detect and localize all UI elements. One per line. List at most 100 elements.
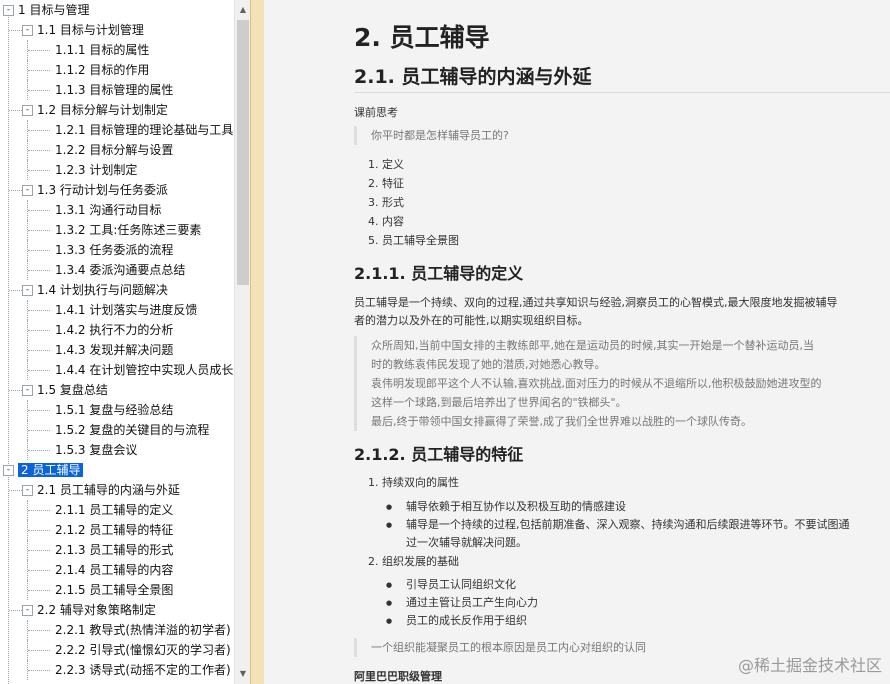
tree-item-label: 1.4.4 在计划管控中实现人员成长	[55, 363, 234, 377]
tree-item-label: 1.2.2 目标分解与设置	[55, 143, 174, 157]
tree-branch-line	[28, 310, 50, 311]
tree-item-label: 1.1.2 目标的作用	[55, 63, 150, 77]
tree-item-label: 1.4.2 执行不力的分析	[55, 323, 174, 337]
tree-item[interactable]: 2.1.4 员工辅导的内容	[55, 560, 173, 580]
tree-item[interactable]: 1.3.2 工具:任务陈述三要素	[55, 220, 201, 240]
tree-item[interactable]: 1.1 目标与计划管理	[37, 20, 144, 40]
pane-splitter[interactable]	[250, 0, 265, 684]
tree-branch-line	[28, 410, 50, 411]
tree-branch-line	[28, 230, 50, 231]
tree-item-label: 1.3.3 任务委派的流程	[55, 243, 174, 257]
tree-branch-line	[28, 550, 50, 551]
tree-branch-line	[28, 150, 50, 151]
tree-branch-line	[28, 670, 50, 671]
tree-branch-line	[28, 430, 50, 431]
bullet-item-continued: 过一次辅导就解决问题。	[406, 536, 527, 549]
tree-item[interactable]: 1.2.1 目标管理的理论基础与工具	[55, 120, 233, 140]
tree-item[interactable]: 1.4.4 在计划管控中实现人员成长	[55, 360, 233, 380]
scroll-down-arrow-icon[interactable]: ▼	[235, 666, 250, 682]
tree-item[interactable]: 1.3 行动计划与任务委派	[37, 180, 168, 200]
tree-item[interactable]: 2.2 辅导对象策略制定	[37, 600, 156, 620]
tree-branch-line	[9, 390, 22, 391]
tree-branch-line	[28, 270, 50, 271]
tree-item-label: 1.2.1 目标管理的理论基础与工具	[55, 123, 234, 137]
collapse-toggle-icon[interactable]: -	[22, 385, 33, 396]
collapse-toggle-icon[interactable]: -	[22, 605, 33, 616]
tree-item[interactable]: 1 目标与管理	[18, 0, 89, 20]
tree-item[interactable]: 1.1.3 目标管理的属性	[55, 80, 173, 100]
scrollbar-thumb[interactable]	[237, 20, 249, 285]
tree-item[interactable]: 1.5 复盘总结	[37, 380, 108, 400]
tree-item[interactable]: 1.4.2 执行不力的分析	[55, 320, 173, 340]
tree-branch-line	[28, 170, 50, 171]
outline-list: 1. 定义 2. 特征 3. 形式 4. 内容 5. 员工辅导全景图	[368, 155, 459, 250]
tree-item[interactable]: 1.3.1 沟通行动目标	[55, 200, 161, 220]
tree-item[interactable]: 2.2.2 引导式(憧憬幻灭的学习者)	[55, 640, 231, 660]
tree-item[interactable]: 1.3.4 委派沟通要点总结	[55, 260, 185, 280]
tree-branch-line	[28, 590, 50, 591]
tree-branch-line	[28, 210, 50, 211]
list-item: 1. 定义	[368, 158, 404, 171]
tree-item-label: 2.1.4 员工辅导的内容	[55, 563, 174, 577]
watermark: @稀土掘金技术社区	[737, 656, 882, 675]
tree-item[interactable]: 2 员工辅导	[18, 460, 84, 480]
tree-item[interactable]: 2.2.3 诱导式(动摇不定的工作者)	[55, 660, 231, 680]
tree-branch-line	[28, 350, 50, 351]
tree-item[interactable]: 2.2.1 教导式(热情洋溢的初学者)	[55, 620, 231, 640]
collapse-toggle-icon[interactable]: -	[3, 5, 14, 16]
tree-item[interactable]: 1.5.3 复盘会议	[55, 440, 137, 460]
tree-item-label: 2.2 辅导对象策略制定	[37, 603, 156, 617]
tree-guide-line	[8, 474, 9, 684]
doc-heading-3-features: 2.1.2. 员工辅导的特征	[354, 445, 524, 464]
tree-item[interactable]: 1.4.3 发现并解决问题	[55, 340, 173, 360]
tree-item-label: 2.2.2 引导式(憧憬幻灭的学习者)	[55, 643, 231, 657]
tree-item[interactable]: 2.1.3 员工辅导的形式	[55, 540, 173, 560]
tree-branch-line	[28, 510, 50, 511]
doc-heading-3-definition: 2.1.1. 员工辅导的定义	[354, 264, 524, 283]
tree-item[interactable]: 1.2 目标分解与计划制定	[37, 100, 168, 120]
tree-item[interactable]: 2.1.1 员工辅导的定义	[55, 500, 173, 520]
bullet-item: 辅导依赖于相互协作以及积极互助的情感建设	[386, 498, 850, 516]
tree-item[interactable]: 1.3.3 任务委派的流程	[55, 240, 173, 260]
list-item: 2. 特征	[368, 177, 404, 190]
tree-branch-line	[9, 190, 22, 191]
tree-item[interactable]: 1.2.2 目标分解与设置	[55, 140, 173, 160]
tree-item-label: 2.2.1 教导式(热情洋溢的初学者)	[55, 623, 231, 637]
tree-branch-line	[9, 290, 22, 291]
collapse-toggle-icon[interactable]: -	[22, 105, 33, 116]
tree-branch-line	[28, 370, 50, 371]
collapse-toggle-icon[interactable]: -	[22, 25, 33, 36]
collapse-toggle-icon[interactable]: -	[22, 285, 33, 296]
sidebar: -1 目标与管理 -1.1 目标与计划管理 1.1.1 目标的属性 1.1.2 目标的…	[0, 0, 250, 684]
collapse-toggle-icon[interactable]: -	[22, 185, 33, 196]
tree-branch-line	[9, 30, 22, 31]
tree-item[interactable]: 2.1.2 员工辅导的特征	[55, 520, 173, 540]
feature-bullets-2: 引导员工认同组织文化 通过主管让员工产生向心力 员工的成长反作用于组织	[386, 576, 538, 630]
tree-branch-line	[9, 610, 22, 611]
list-item: 2. 组织发展的基础	[368, 555, 459, 568]
tree-item-label: 2.1.2 员工辅导的特征	[55, 523, 174, 537]
tree-item[interactable]: 1.5.1 复盘与经验总结	[55, 400, 173, 420]
tree-item[interactable]: 1.1.2 目标的作用	[55, 60, 149, 80]
tree-item[interactable]: 2.1.5 员工辅导全景图	[55, 580, 173, 600]
bullet-item: 员工的成长反作用于组织	[386, 612, 538, 630]
sidebar-scrollbar[interactable]: ▲ ▼	[234, 0, 250, 684]
tree-item[interactable]: 1.2.3 计划制定	[55, 160, 137, 180]
summary-quote: 一个组织能凝聚员工的根本原因是员工内心对组织的认同	[354, 638, 646, 657]
collapse-toggle-icon[interactable]: -	[22, 485, 33, 496]
collapse-toggle-icon[interactable]: -	[3, 465, 14, 476]
tree-item-label: 1.2 目标分解与计划制定	[37, 103, 168, 117]
feature-list-1: 1. 持续双向的属性	[368, 473, 459, 492]
tree-item[interactable]: 2.1 员工辅导的内涵与外延	[37, 480, 180, 500]
tree-item[interactable]: 1.4 计划执行与问题解决	[37, 280, 168, 300]
tree-item-label: 2.2.3 诱导式(动摇不定的工作者)	[55, 663, 231, 677]
tree-item-label: 1.3.2 工具:任务陈述三要素	[55, 223, 202, 237]
tree-item[interactable]: 1.5.2 复盘的关键目的与流程	[55, 420, 209, 440]
tree-branch-line	[28, 90, 50, 91]
scroll-up-arrow-icon[interactable]: ▲	[235, 2, 250, 18]
feature-list-2: 2. 组织发展的基础	[368, 552, 459, 571]
tree-item[interactable]: 1.4.1 计划落实与进度反馈	[55, 300, 197, 320]
tree-item[interactable]: 1.1.1 目标的属性	[55, 40, 149, 60]
tree-item-label: 1.3.1 沟通行动目标	[55, 203, 162, 217]
tree-branch-line	[28, 330, 50, 331]
